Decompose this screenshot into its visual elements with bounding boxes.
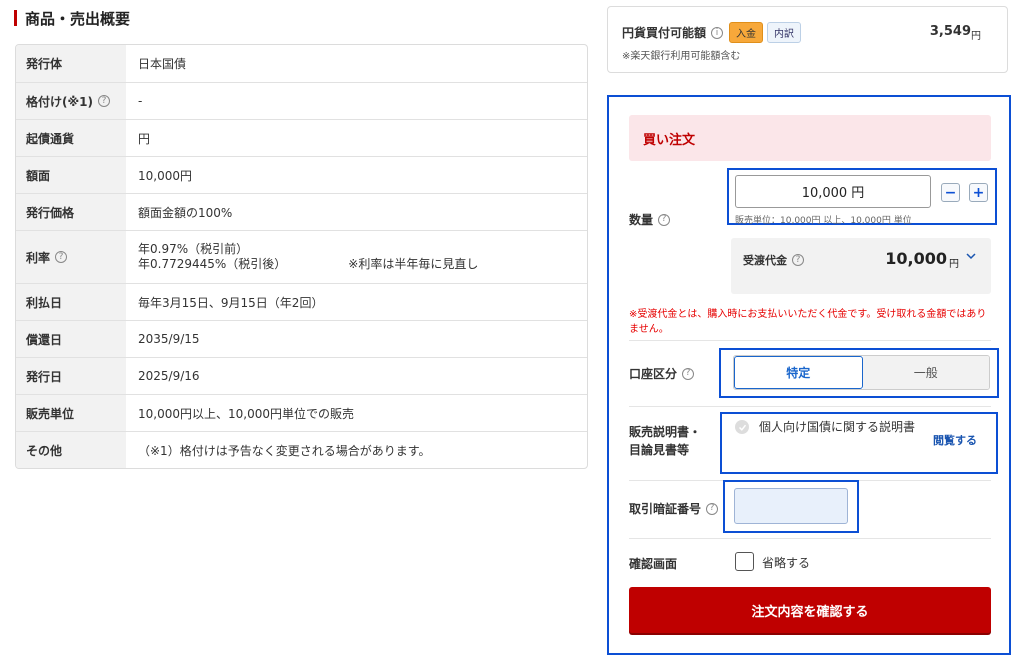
quantity-label: 数量 [629,213,654,227]
help-icon[interactable]: ? [55,251,68,263]
rate-posttax: 年0.7729445%（税引後） [138,257,287,271]
view-document-link[interactable]: 閲覧する [933,432,977,448]
docs-label: 販売説明書・ 目論見書等 [629,423,701,459]
cash-label: 円貨買付可能額 [622,26,707,40]
cost-note: ※受渡代金とは、購入時にお支払いいただく代金です。受け取れる金額ではありません。 [629,309,987,335]
row-label: その他 [16,432,126,468]
section-title: 商品・売出概要 [14,8,130,28]
row-value: 額面金額の100% [138,205,233,220]
doc-name: 個人向け国債に関する説明書 [759,420,916,434]
cash-amount: 3,549 [929,24,971,39]
row-value: 2035/9/15 [138,332,200,346]
cash-label-row: 円貨買付可能額 i 入金 内訳 [622,22,802,43]
account-label-row: 口座区分 ? [629,365,695,382]
table-row: 利率 ? 年0.97%（税引前） 年0.7729445%（税引後） ※利率は半年… [16,231,587,284]
table-row: 利払日 毎年3月15日、9月15日（年2回） [16,284,587,321]
pin-label-row: 取引暗証番号 ? [629,500,719,517]
rate-note: ※利率は半年毎に見直し [348,257,479,271]
table-row: 販売単位 10,000円以上、10,000円単位での販売 [16,395,587,432]
divider [629,538,991,539]
table-row: 発行体 日本国債 [16,45,587,83]
rate-pretax: 年0.97%（税引前） [138,242,249,256]
cash-unit: 円 [971,31,981,42]
quantity-minus-button[interactable]: − [941,183,960,202]
account-label: 口座区分 [629,367,678,381]
table-row: 発行日 2025/9/16 [16,358,587,395]
row-value: 10,000円 [138,168,192,183]
row-label: 発行体 [16,45,126,82]
row-label-cell: 利率 ? [16,231,126,283]
row-label: 発行日 [16,358,126,394]
pin-input[interactable] [734,488,848,524]
skip-confirm-checkbox[interactable] [735,552,754,571]
order-header: 買い注文 [629,115,991,161]
quantity-plus-button[interactable]: + [969,183,988,202]
pin-label: 取引暗証番号 [629,502,702,516]
help-icon[interactable]: ? [658,213,671,226]
help-icon[interactable]: ? [792,254,804,266]
row-value: 毎年3月15日、9月15日（年2回） [138,295,324,310]
table-row: その他 （※1）格付けは予告なく変更される場合があります。 [16,432,587,468]
table-row: 起債通貨 円 [16,120,587,157]
cost-amount: 10,000 [885,249,947,268]
section-title-text: 商品・売出概要 [25,9,131,28]
confirm-label: 確認画面 [629,557,678,571]
row-label: 起債通貨 [16,120,126,156]
table-row: 額面 10,000円 [16,157,587,194]
row-value: 2025/9/16 [138,369,200,383]
row-value: 円 [138,131,151,146]
row-label: 発行価格 [16,194,126,230]
docs-label-line1: 販売説明書・ [629,425,702,439]
skip-confirm-label: 省略する [762,556,811,570]
info-icon[interactable]: i [711,26,724,39]
quantity-label-row: 数量 ? [629,211,671,228]
title-accent-bar [14,10,17,26]
help-icon[interactable]: ? [98,95,110,107]
cost-label-row: 受渡代金 ? [743,252,804,268]
table-row: 発行価格 額面金額の100% [16,194,587,231]
breakdown-button[interactable]: 内訳 [767,22,802,43]
chevron-down-icon[interactable] [965,250,977,262]
row-label: 格付け(※1) [26,94,93,109]
table-row: 償還日 2035/9/15 [16,321,587,358]
account-option-general[interactable]: 一般 [862,356,989,389]
row-label-cell: 格付け(※1) ? [16,83,126,119]
row-label: 販売単位 [16,395,126,431]
help-icon[interactable]: ? [682,367,695,380]
row-value: （※1）格付けは予告なく変更される場合があります。 [138,443,431,458]
row-value: 日本国債 [138,57,187,71]
deposit-button[interactable]: 入金 [729,22,764,43]
check-icon [735,420,749,434]
account-option-specific[interactable]: 特定 [734,356,863,389]
cost-unit: 円 [949,259,959,270]
row-value: 年0.97%（税引前） 年0.7729445%（税引後） ※利率は半年毎に見直し [126,231,587,283]
order-panel: 買い注文 数量 ? 10,000 円 − + 販売単位：10,000円 以上、1… [607,95,1011,655]
account-type-toggle: 特定 一般 [733,355,990,390]
settlement-amount-box[interactable]: 受渡代金 ? 10,000 円 [731,238,991,294]
help-icon[interactable]: ? [706,502,719,515]
cost-label: 受渡代金 [743,254,787,267]
row-label: 利払日 [16,284,126,320]
row-label: 償還日 [16,321,126,357]
quantity-hint: 販売単位：10,000円 以上、10,000円 単位 [735,216,912,226]
table-row: 格付け(※1) ? - [16,83,587,120]
divider [629,340,991,341]
row-label: 額面 [16,157,126,193]
quantity-input[interactable]: 10,000 円 [735,175,931,208]
row-label: 利率 [26,250,51,265]
divider [629,406,991,407]
row-value: 10,000円以上、10,000円単位での販売 [138,406,354,421]
available-cash-box: 円貨買付可能額 i 入金 内訳 3,549 円 ※楽天銀行利用可能額含む [607,6,1008,73]
confirm-order-button[interactable]: 注文内容を確認する [629,587,991,633]
cash-note: ※楽天銀行利用可能額含む [622,51,741,62]
docs-label-line2: 目論見書等 [629,443,690,457]
product-spec-table: 発行体 日本国債 格付け(※1) ? - 起債通貨 円 額面 10,000円 発… [15,44,588,469]
row-value: - [138,94,143,108]
